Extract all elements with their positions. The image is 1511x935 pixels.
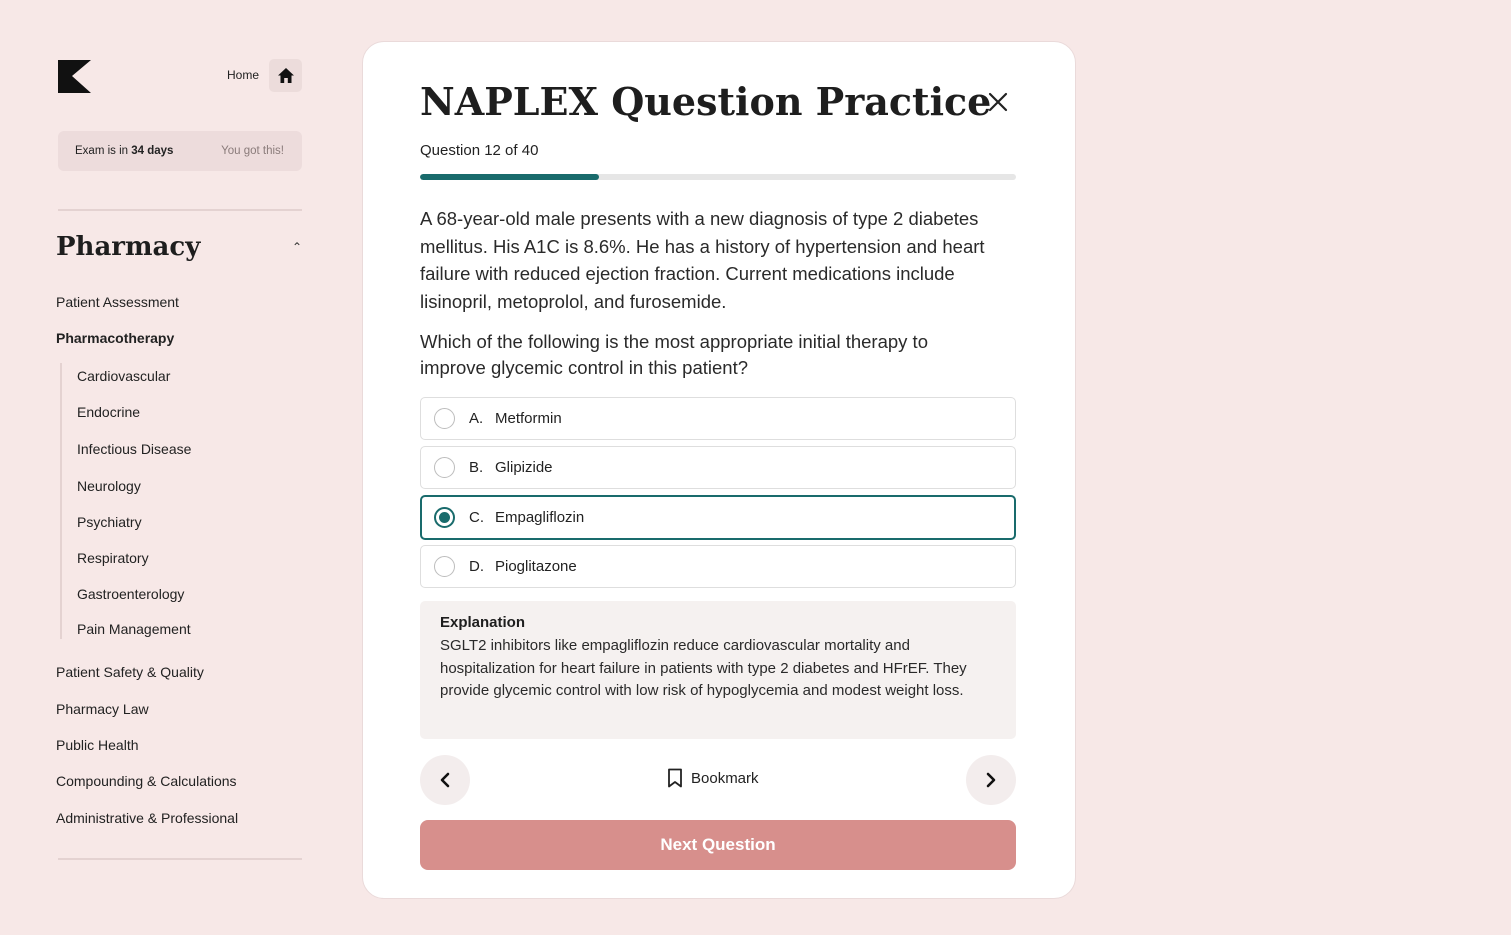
option-letter: B.	[469, 459, 484, 476]
bookmark-icon	[668, 768, 682, 788]
option-text: Pioglitazone	[495, 558, 577, 575]
sidebar-item-pharmacy-law[interactable]: Pharmacy Law	[56, 701, 149, 717]
encouragement-text: You got this!	[221, 145, 284, 157]
subnav-line	[60, 363, 62, 639]
radio-dot	[439, 512, 450, 523]
home-button[interactable]	[269, 59, 302, 92]
progress-bar-fill	[420, 174, 599, 180]
chevron-right-icon	[986, 772, 996, 788]
sidebar-subitem-gastroenterology[interactable]: Gastroenterology	[77, 586, 184, 602]
sidebar-divider-bottom	[58, 858, 302, 860]
radio-button[interactable]	[434, 457, 455, 478]
chevron-left-icon	[440, 772, 450, 788]
option-letter: A.	[469, 410, 484, 427]
sidebar-subitem-respiratory[interactable]: Respiratory	[77, 550, 149, 566]
sidebar-subitem-endocrine[interactable]: Endocrine	[77, 404, 140, 420]
sidebar-item-public-health[interactable]: Public Health	[56, 737, 139, 753]
question-counter: Question 12 of 40	[420, 142, 539, 159]
sidebar-subitem-psychiatry[interactable]: Psychiatry	[77, 514, 142, 530]
sidebar-divider	[58, 209, 302, 211]
next-question-button[interactable]: Next Question	[420, 820, 1016, 870]
bookmark-button[interactable]: Bookmark	[667, 768, 759, 788]
home-link[interactable]: Home	[227, 68, 259, 82]
exam-countdown-text: Exam is in 34 days	[75, 145, 174, 157]
sidebar-item-patient-safety[interactable]: Patient Safety & Quality	[56, 664, 204, 680]
question-card: NAPLEX Question Practice Question 12 of …	[362, 41, 1076, 899]
question-stem: A 68-year-old male presents with a new d…	[420, 208, 985, 312]
answer-option-a[interactable]: A. Metformin	[420, 397, 1016, 440]
previous-question-button[interactable]	[420, 755, 470, 805]
answer-option-c[interactable]: C. Empagliflozin	[420, 495, 1016, 540]
explanation-title: Explanation	[440, 614, 526, 631]
progress-bar	[420, 174, 1016, 180]
home-icon	[277, 68, 294, 83]
answer-option-b[interactable]: B. Glipizide	[420, 446, 1016, 489]
answer-option-d[interactable]: D. Pioglitazone	[420, 545, 1016, 588]
explanation-panel: Explanation SGLT2 inhibitors like empagl…	[420, 601, 1016, 739]
sidebar-subitem-pain-management[interactable]: Pain Management	[77, 621, 191, 637]
option-text: Empagliflozin	[495, 509, 585, 526]
sidebar-subitem-infectious-disease[interactable]: Infectious Disease	[77, 441, 191, 457]
question-prompt: Which of the following is the most appro…	[420, 331, 928, 378]
option-letter: D.	[469, 558, 484, 575]
exam-days-count: 34 days	[131, 145, 174, 157]
option-letter: C.	[469, 509, 484, 526]
explanation-text: SGLT2 inhibitors like empagliflozin redu…	[440, 637, 967, 699]
sidebar-subitem-neurology[interactable]: Neurology	[77, 478, 141, 494]
sidebar-item-patient-assessment[interactable]: Patient Assessment	[56, 294, 179, 310]
close-icon[interactable]	[987, 91, 1009, 113]
option-text: Metformin	[495, 410, 562, 427]
section-title[interactable]: Pharmacy	[56, 232, 200, 262]
radio-button[interactable]	[434, 408, 455, 429]
radio-button-selected[interactable]	[434, 507, 455, 528]
sidebar-item-pharmacotherapy[interactable]: Pharmacotherapy	[56, 330, 174, 346]
logo-icon[interactable]	[58, 60, 91, 93]
sidebar-subitem-cardiovascular[interactable]: Cardiovascular	[77, 368, 170, 384]
sidebar-item-administrative[interactable]: Administrative & Professional	[56, 810, 238, 826]
radio-button[interactable]	[434, 556, 455, 577]
bookmark-label: Bookmark	[691, 769, 759, 787]
chevron-up-icon[interactable]: ⌃	[292, 240, 302, 254]
next-arrow-button[interactable]	[966, 755, 1016, 805]
exam-countdown-banner: Exam is in 34 days You got this!	[58, 131, 302, 171]
page-title: NAPLEX Question Practice	[420, 79, 992, 124]
sidebar-item-compounding[interactable]: Compounding & Calculations	[56, 773, 237, 789]
option-text: Glipizide	[495, 459, 553, 476]
